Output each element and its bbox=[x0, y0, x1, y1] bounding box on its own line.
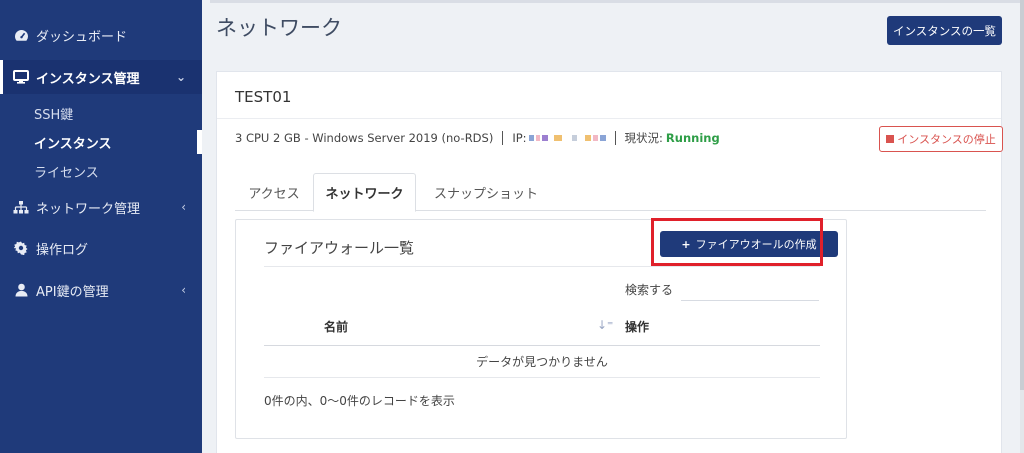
plus-icon: + bbox=[681, 237, 691, 251]
instance-info: 3 CPU 2 GB - Windows Server 2019 (no-RDS… bbox=[235, 130, 720, 146]
network-icon bbox=[12, 200, 30, 214]
instance-spec: 3 CPU 2 GB - Windows Server 2019 (no-RDS… bbox=[235, 131, 494, 145]
tab-snapshot[interactable]: スナップショット bbox=[421, 173, 551, 211]
user-icon bbox=[12, 283, 30, 297]
table-bottom-divider bbox=[264, 377, 820, 378]
record-info: 0件の内、0～0件のレコードを表示 bbox=[264, 394, 455, 408]
sidebar-item-label: ダッシュボード bbox=[36, 29, 128, 45]
firewall-title: ファイアウォール一覧 bbox=[264, 239, 415, 257]
create-firewall-label: ファイアウオールの作成 bbox=[695, 238, 817, 251]
stop-instance-label: インスタンスの停止 bbox=[897, 133, 996, 146]
instance-list-button[interactable]: インスタンスの一覧 bbox=[887, 16, 1002, 45]
sort-icon[interactable]: ↓⁼ bbox=[597, 318, 613, 332]
monitor-icon bbox=[12, 70, 30, 84]
sidebar-item-operation-log[interactable]: 操作ログ bbox=[0, 236, 202, 260]
sidebar-item-dashboard[interactable]: ダッシュボード bbox=[0, 22, 202, 48]
active-indicator bbox=[197, 130, 202, 154]
sidebar-item-network-management[interactable]: ネットワーク管理 ‹ bbox=[0, 195, 202, 219]
stop-instance-button[interactable]: インスタンスの停止 bbox=[879, 126, 1003, 152]
tab-network[interactable]: ネットワーク bbox=[313, 173, 416, 212]
separator bbox=[614, 131, 616, 145]
table-header-divider bbox=[264, 345, 820, 346]
sidebar-subitem-licenses[interactable]: ライセンス bbox=[34, 162, 99, 181]
ip-label: IP: bbox=[512, 131, 527, 145]
instance-card: TEST01 3 CPU 2 GB - Windows Server 2019 … bbox=[216, 71, 1003, 453]
sidebar-item-label: インスタンス管理 bbox=[36, 71, 140, 87]
tab-bar: アクセス ネットワーク スナップショット bbox=[235, 173, 986, 212]
divider bbox=[264, 266, 820, 267]
scrollbar[interactable] bbox=[1020, 0, 1024, 453]
status-badge: Running bbox=[665, 131, 720, 145]
create-firewall-button[interactable]: + ファイアウオールの作成 bbox=[660, 231, 838, 257]
masked-ip bbox=[528, 135, 606, 141]
empty-table-message: データが見つかりません bbox=[476, 355, 608, 369]
sidebar-item-instance-management[interactable]: インスタンス管理 ⌄ bbox=[0, 60, 202, 94]
sidebar-item-label: 操作ログ bbox=[36, 242, 89, 258]
sidebar-item-api-keys[interactable]: API鍵の管理 ‹ bbox=[0, 278, 202, 302]
divider bbox=[217, 118, 1001, 119]
tab-access[interactable]: アクセス bbox=[235, 173, 313, 211]
sidebar-item-label: ネットワーク管理 bbox=[36, 201, 141, 217]
status-label: 現状況: bbox=[624, 131, 663, 145]
dashboard-icon bbox=[12, 29, 30, 42]
chevron-left-icon: ‹ bbox=[181, 283, 186, 297]
stop-icon bbox=[886, 135, 895, 143]
chevron-left-icon: ‹ bbox=[181, 200, 186, 214]
top-divider bbox=[210, 0, 1024, 3]
instance-name: TEST01 bbox=[235, 88, 292, 106]
column-header-actions: 操作 bbox=[625, 320, 650, 334]
sidebar-subitem-ssh-keys[interactable]: SSH鍵 bbox=[34, 104, 73, 123]
gear-icon bbox=[12, 241, 30, 255]
sidebar-item-label: API鍵の管理 bbox=[36, 284, 109, 300]
scrollbar-thumb[interactable] bbox=[1020, 0, 1024, 390]
search-input[interactable] bbox=[681, 276, 819, 301]
chevron-down-icon: ⌄ bbox=[175, 70, 186, 84]
sidebar-subitem-instances[interactable]: インスタンス bbox=[34, 133, 111, 152]
column-header-name[interactable]: 名前 bbox=[324, 318, 348, 335]
firewall-panel: ファイアウォール一覧 + ファイアウオールの作成 検索する 名前 ↓⁼ 操作 デ… bbox=[235, 219, 847, 439]
page-title: ネットワーク bbox=[216, 16, 342, 40]
sidebar: ダッシュボード インスタンス管理 ⌄ SSH鍵 インスタンス ライセンス ネット… bbox=[0, 0, 202, 453]
separator bbox=[502, 131, 504, 145]
search-label: 検索する bbox=[625, 283, 674, 297]
